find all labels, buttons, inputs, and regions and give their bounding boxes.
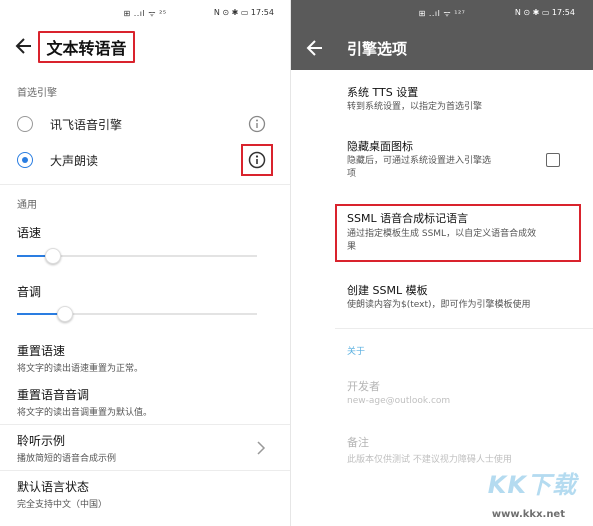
app-header: 引擎选项 — [291, 26, 593, 70]
create-ssml-template-title[interactable]: 创建 SSML 模板 — [347, 282, 428, 298]
reset-pitch-subtitle: 将文字的读出音调重置为默认值。 — [17, 408, 153, 418]
hide-icon-subtitle-cont: 项 — [347, 169, 357, 179]
developer-email: new-age@outlook.com — [347, 396, 451, 406]
hide-icon-subtitle: 隐藏后，可通过系统设置进入引擎选 — [347, 156, 492, 166]
info-icon[interactable] — [248, 151, 266, 169]
reset-rate-subtitle: 将文字的读出语速重置为正常。 — [17, 364, 144, 374]
hide-icon-checkbox[interactable] — [546, 153, 560, 167]
ssml-title[interactable]: SSML 语音合成标记语言 — [347, 210, 468, 226]
page-title: 文本转语音 — [38, 31, 135, 63]
note-subtitle: 此版本仅供测试 不建议视力障碍人士使用 — [347, 455, 512, 465]
app-header: 文本转语音 — [0, 26, 290, 70]
status-time: N ⊙ ✱ ▭ 17:54 — [514, 8, 575, 17]
back-arrow-icon[interactable] — [305, 38, 325, 58]
radio-button[interactable] — [17, 116, 33, 132]
speech-rate-slider[interactable] — [17, 248, 257, 264]
preferred-engine-heading: 首选引擎 — [17, 88, 57, 99]
info-icon[interactable] — [248, 115, 266, 133]
default-language-title: 默认语言状态 — [17, 480, 90, 494]
divider — [335, 328, 593, 329]
engine-options-screen: ⊞ ..ıl ᯤ ¹²⁷ N ⊙ ✱ ▭ 17:54 引擎选项 系统 TTS 设… — [291, 0, 593, 526]
create-ssml-template-subtitle: 使朗读内容为$(text)，即可作为引擎模板使用 — [347, 300, 531, 310]
default-language-subtitle: 完全支持中文（中国） — [17, 500, 108, 510]
listen-example-subtitle: 播放简短的语音合成示例 — [17, 454, 117, 464]
slider-thumb[interactable] — [45, 248, 61, 264]
ssml-subtitle-cont: 果 — [347, 242, 357, 252]
watermark-logo: KK下载 — [487, 471, 577, 499]
engine-option-xunfei[interactable]: 讯飞语音引擎 — [0, 106, 290, 142]
system-tts-settings-title[interactable]: 系统 TTS 设置 — [347, 84, 418, 100]
divider — [0, 470, 290, 471]
reset-rate-title[interactable]: 重置语速 — [17, 342, 65, 359]
page-title: 引擎选项 — [347, 40, 408, 58]
note-title: 备注 — [347, 436, 369, 449]
status-time: N ⊙ ✱ ▭ 17:54 — [213, 8, 274, 17]
radio-button-checked[interactable] — [17, 152, 33, 168]
developer-title: 开发者 — [347, 380, 380, 393]
slider-thumb[interactable] — [57, 306, 73, 322]
pitch-slider[interactable] — [17, 306, 257, 322]
divider — [0, 184, 290, 185]
status-bar: ⊞ ..ıl ᯤ ²⁵ N ⊙ ✱ ▭ 17:54 — [0, 0, 290, 26]
engine-label: 大声朗读 — [50, 154, 99, 168]
system-tts-settings-subtitle: 转到系统设置，以指定为首选引擎 — [347, 102, 483, 112]
hide-icon-title[interactable]: 隐藏桌面图标 — [347, 138, 413, 154]
status-bar: ⊞ ..ıl ᯤ ¹²⁷ N ⊙ ✱ ▭ 17:54 — [291, 0, 593, 26]
watermark-url: www.kkx.net — [491, 509, 565, 520]
divider — [0, 424, 290, 425]
ssml-subtitle: 通过指定模板生成 SSML，以自定义语音合成效 — [347, 229, 537, 239]
chevron-right-icon[interactable] — [256, 441, 266, 455]
listen-example-title[interactable]: 聆听示例 — [17, 432, 65, 449]
tts-settings-screen: ⊞ ..ıl ᯤ ²⁵ N ⊙ ✱ ▭ 17:54 文本转语音 首选引擎 讯飞语… — [0, 0, 290, 526]
engine-label: 讯飞语音引擎 — [50, 118, 123, 132]
pitch-label: 音调 — [17, 285, 42, 299]
general-heading: 通用 — [17, 200, 37, 211]
back-arrow-icon[interactable] — [14, 36, 34, 56]
about-heading: 关于 — [347, 347, 366, 357]
reset-pitch-title[interactable]: 重置语音音调 — [17, 386, 89, 403]
speech-rate-label: 语速 — [17, 226, 42, 240]
